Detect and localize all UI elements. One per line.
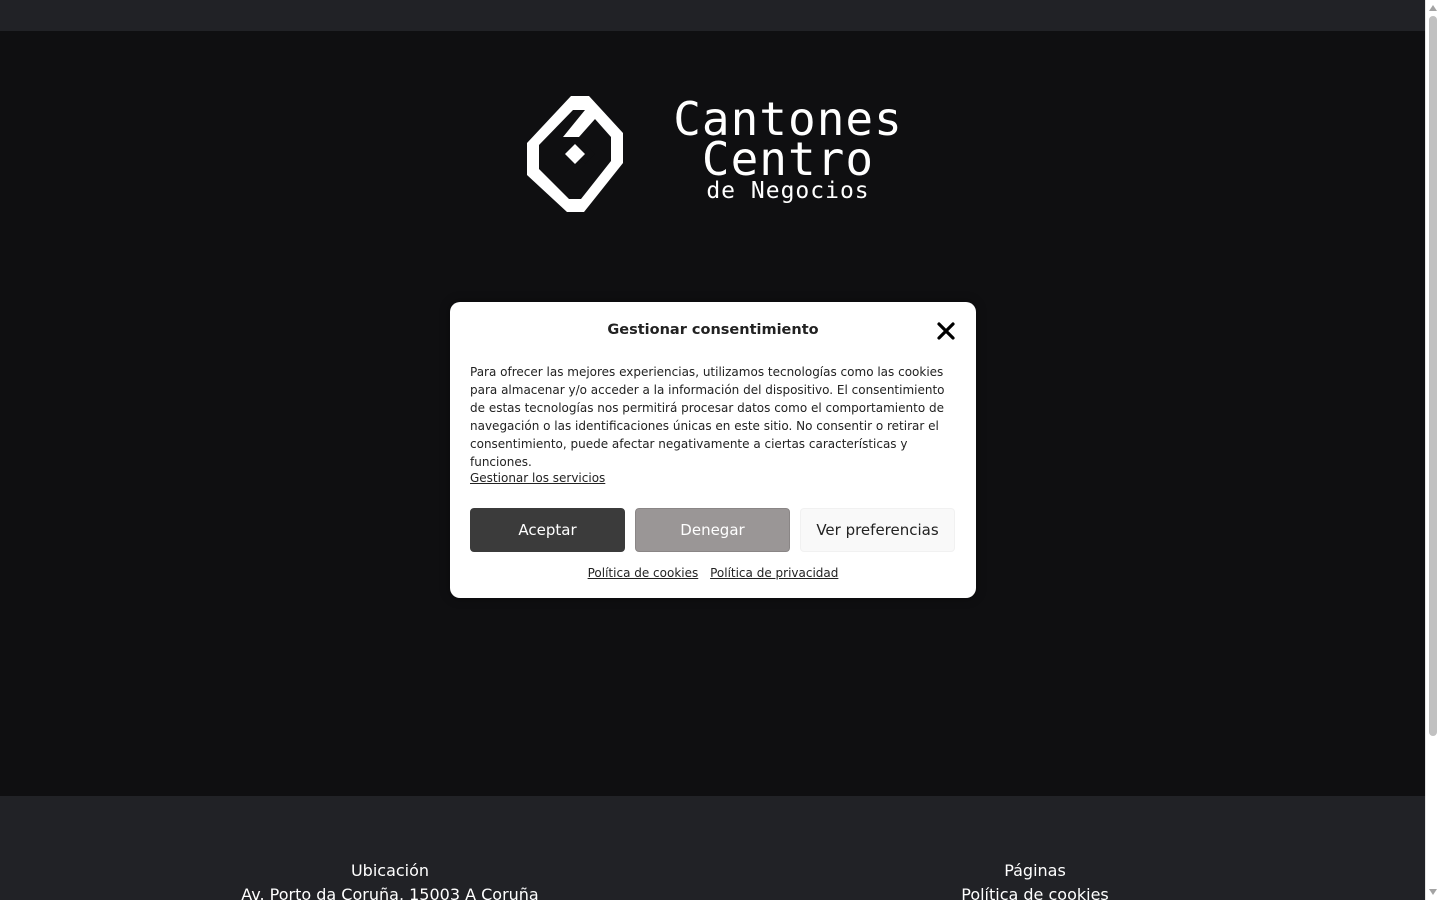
vertical-scrollbar[interactable] <box>1425 0 1440 900</box>
privacy-policy-link[interactable]: Política de privacidad <box>710 566 838 580</box>
view-preferences-button[interactable]: Ver preferencias <box>800 508 955 552</box>
footer-pages-heading: Páginas <box>1004 861 1066 880</box>
consent-message: Para ofrecer las mejores experiencias, u… <box>470 365 945 469</box>
footer-cookie-policy-link[interactable]: Política de cookies <box>885 883 1185 900</box>
footer-address: Av. Porto da Coruña, 15003 A Coruña <box>241 885 539 900</box>
scrollbar-thumb[interactable] <box>1429 16 1437 736</box>
close-icon[interactable] <box>935 320 957 342</box>
scroll-up-icon[interactable] <box>1429 5 1437 11</box>
footer: Ubicación Av. Porto da Coruña, 15003 A C… <box>0 796 1425 900</box>
footer-pages: Páginas Política de cookies <box>885 859 1185 900</box>
accept-button[interactable]: Aceptar <box>470 508 625 552</box>
logo-text: Cantones Centro de Negocios <box>653 96 923 205</box>
cookie-consent-dialog: Gestionar consentimiento Para ofrecer la… <box>450 302 976 598</box>
logo-line-3: de Negocios <box>706 178 870 204</box>
footer-location: Ubicación Av. Porto da Coruña, 15003 A C… <box>190 859 590 900</box>
manage-services-link[interactable]: Gestionar los servicios <box>470 469 605 487</box>
site-logo[interactable]: Cantones Centro de Negocios <box>523 93 923 218</box>
deny-button[interactable]: Denegar <box>635 508 790 552</box>
top-bar <box>0 0 1425 31</box>
page: Cantones Centro de Negocios Ubicación Av… <box>0 0 1425 900</box>
scroll-down-icon[interactable] <box>1429 889 1437 895</box>
cookie-policy-link[interactable]: Política de cookies <box>588 566 699 580</box>
policy-links: Política de cookies Política de privacid… <box>450 564 976 582</box>
dialog-title: Gestionar consentimiento <box>607 322 819 338</box>
footer-location-heading: Ubicación <box>350 861 430 880</box>
cantones-logo-mark-icon <box>527 96 623 212</box>
